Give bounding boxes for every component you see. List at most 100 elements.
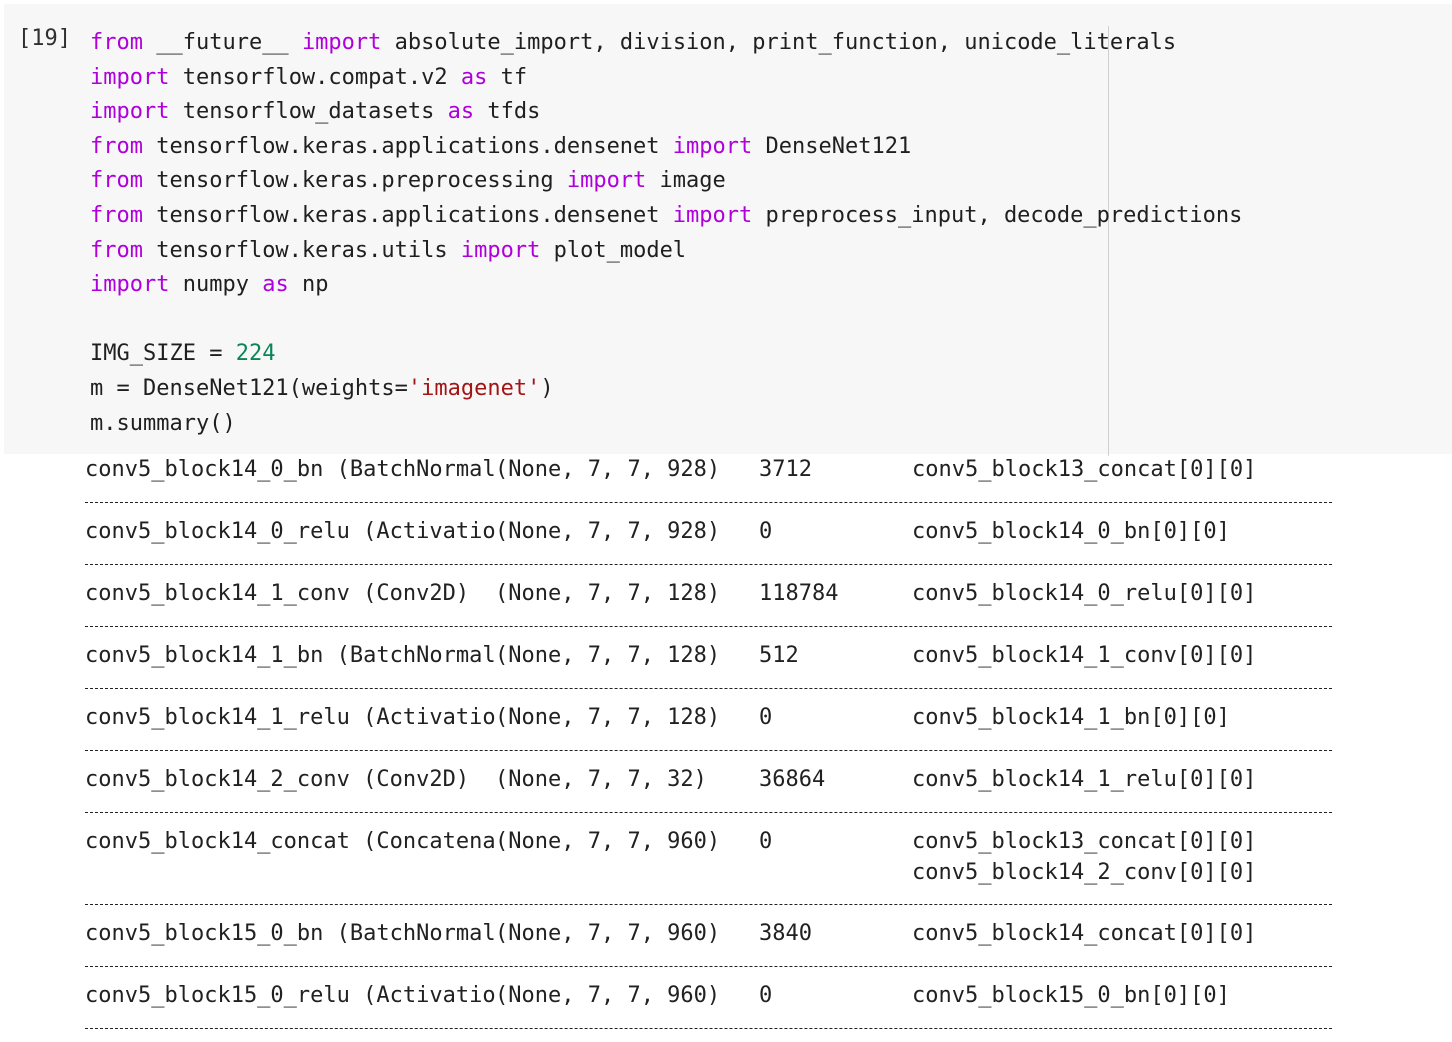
code-line: IMG_SIZE = 224	[90, 337, 1242, 372]
code-token: preprocess_input, decode_predictions	[752, 202, 1243, 228]
summary-row: conv5_block14_2_conv (Conv2D) (None, 7, 7…	[85, 764, 1335, 814]
output-shape: (None, 7, 7, 928)	[495, 457, 721, 482]
connected-layer: conv5_block13_concat[0][0]	[912, 457, 1257, 482]
param-count: 118784	[759, 581, 839, 606]
code-token: absolute_import, division, print_functio…	[381, 30, 1177, 55]
connected-to: conv5_block14_1_bn[0][0]	[912, 702, 1230, 733]
row-separator	[85, 688, 1332, 690]
code-line: from tensorflow.keras.preprocessing impo…	[90, 164, 1242, 199]
code-token: tensorflow.keras.preprocessing	[142, 168, 567, 194]
param-count: 0	[759, 705, 773, 730]
code-token-kw: import	[90, 64, 170, 90]
connected-layer: conv5_block14_0_bn[0][0]	[912, 519, 1230, 544]
output-shape: (None, 7, 7, 128)	[495, 581, 721, 606]
code-line: import tensorflow_datasets as tfds	[90, 95, 1242, 130]
output-shape: (None, 7, 7, 928)	[495, 519, 721, 544]
code-line: from tensorflow.keras.applications.dense…	[90, 199, 1242, 234]
code-token-kw: as	[460, 64, 488, 90]
output-shape: (None, 7, 7, 128)	[495, 643, 721, 668]
row-separator	[85, 904, 1332, 906]
code-token-kw: import	[672, 133, 753, 159]
code-token: plot_model	[540, 237, 687, 263]
row-separator	[85, 812, 1332, 814]
code-token-kw: as	[447, 99, 475, 125]
code-token: tensorflow.compat.v2	[169, 64, 461, 90]
code-token: tensorflow.keras.applications.densenet	[142, 133, 673, 159]
code-token: image	[646, 168, 726, 194]
code-line: import numpy as np	[90, 268, 1242, 303]
summary-row: conv5_block14_1_bn (BatchNormal (None, 7,…	[85, 640, 1335, 690]
param-count: 36864	[759, 767, 826, 792]
code-token: tf	[487, 64, 528, 90]
connected-to: conv5_block13_concat[0][0] conv5_block14_…	[912, 826, 1256, 888]
code-cell[interactable]: [19] from __future__ import absolute_imp…	[4, 4, 1452, 456]
connected-layer: conv5_block14_0_relu[0][0]	[912, 581, 1257, 606]
code-token-kw: import	[90, 99, 170, 125]
code-token: np	[288, 272, 329, 298]
connected-layer: conv5_block15_0_bn[0][0]	[912, 983, 1230, 1008]
summary-row: conv5_block14_0_bn (BatchNormal (None, 7,…	[85, 454, 1335, 504]
connected-to: conv5_block14_concat[0][0]	[912, 918, 1256, 949]
summary-row: conv5_block15_0_bn (BatchNormal (None, 7,…	[85, 918, 1335, 968]
param-count: 0	[759, 829, 773, 854]
param-count: 512	[759, 643, 799, 668]
param-count: 3840	[759, 921, 812, 946]
code-token: numpy	[169, 272, 263, 298]
code-line: from tensorflow.keras.applications.dense…	[90, 130, 1242, 165]
code-token-kw: as	[262, 272, 289, 298]
connected-layer: conv5_block13_concat[0][0]	[912, 829, 1257, 854]
summary-row: conv5_block14_concat (Concatena (None, 7,…	[85, 826, 1335, 906]
code-token-kw: from	[90, 133, 143, 159]
layer-name: conv5_block14_1_conv (Conv2D)	[85, 581, 470, 606]
connected-to: conv5_block14_1_conv[0][0]	[912, 640, 1256, 671]
row-separator	[85, 502, 1332, 504]
layer-name: conv5_block14_0_bn (BatchNormal	[85, 457, 496, 482]
output-shape: (None, 7, 7, 960)	[495, 921, 721, 946]
layer-name: conv5_block14_2_conv (Conv2D)	[85, 767, 470, 792]
layer-name: conv5_block15_0_bn (BatchNormal	[85, 921, 496, 946]
code-token-kw: import	[460, 237, 541, 263]
code-token-kw: from	[90, 168, 143, 194]
layer-name: conv5_block14_concat (Concatena	[85, 829, 496, 854]
code-token-str: 'imagenet'	[407, 375, 541, 401]
row-separator	[85, 564, 1332, 566]
code-token-kw: import	[301, 30, 382, 55]
output-shape: (None, 7, 7, 960)	[495, 829, 721, 854]
row-separator	[85, 750, 1332, 752]
code-token: __future__	[142, 30, 302, 55]
code-token-kw: import	[566, 168, 647, 194]
param-count: 0	[759, 983, 773, 1008]
summary-row: conv5_block14_0_relu (Activatio (None, 7,…	[85, 516, 1335, 566]
connected-layer: conv5_block14_1_bn[0][0]	[912, 705, 1230, 730]
layer-name: conv5_block14_1_relu (Activatio	[85, 705, 496, 730]
connected-layer: conv5_block14_2_conv[0][0]	[912, 860, 1257, 885]
output-shape: (None, 7, 7, 960)	[495, 983, 721, 1008]
connected-layer: conv5_block14_1_relu[0][0]	[912, 767, 1257, 792]
code-token-kw: import	[672, 202, 753, 228]
code-token: )	[540, 375, 554, 401]
code-token: tfds	[474, 99, 541, 125]
code-line: m = DenseNet121(weights='imagenet')	[90, 372, 1242, 407]
code-token-num: 224	[235, 341, 276, 367]
output-shape: (None, 7, 7, 32)	[495, 767, 707, 792]
summary-row: conv5_block14_1_relu (Activatio (None, 7,…	[85, 702, 1335, 752]
code-token-kw: from	[90, 237, 143, 263]
code-line: from tensorflow.keras.utils import plot_…	[90, 234, 1242, 269]
code-token: tensorflow.keras.utils	[142, 237, 461, 263]
row-separator	[85, 1028, 1332, 1030]
output-shape: (None, 7, 7, 128)	[495, 705, 721, 730]
code-token: tensorflow.keras.applications.densenet	[142, 202, 673, 228]
code-line: import tensorflow.compat.v2 as tf	[90, 61, 1242, 96]
connected-layer: conv5_block14_1_conv[0][0]	[912, 643, 1257, 668]
code-token: IMG_SIZE =	[90, 341, 236, 367]
layer-name: conv5_block15_0_relu (Activatio	[85, 983, 496, 1008]
code-editor[interactable]: from __future__ import absolute_import, …	[90, 26, 1242, 441]
connected-to: conv5_block14_0_bn[0][0]	[912, 516, 1230, 547]
cell-output: conv5_block14_0_bn (BatchNormal (None, 7,…	[85, 454, 1335, 1042]
code-token-kw: import	[90, 272, 170, 298]
code-token-kw: from	[90, 30, 143, 55]
code-line: from __future__ import absolute_import, …	[90, 26, 1242, 61]
code-token: m.summary()	[90, 410, 236, 436]
param-count: 3712	[759, 457, 812, 482]
